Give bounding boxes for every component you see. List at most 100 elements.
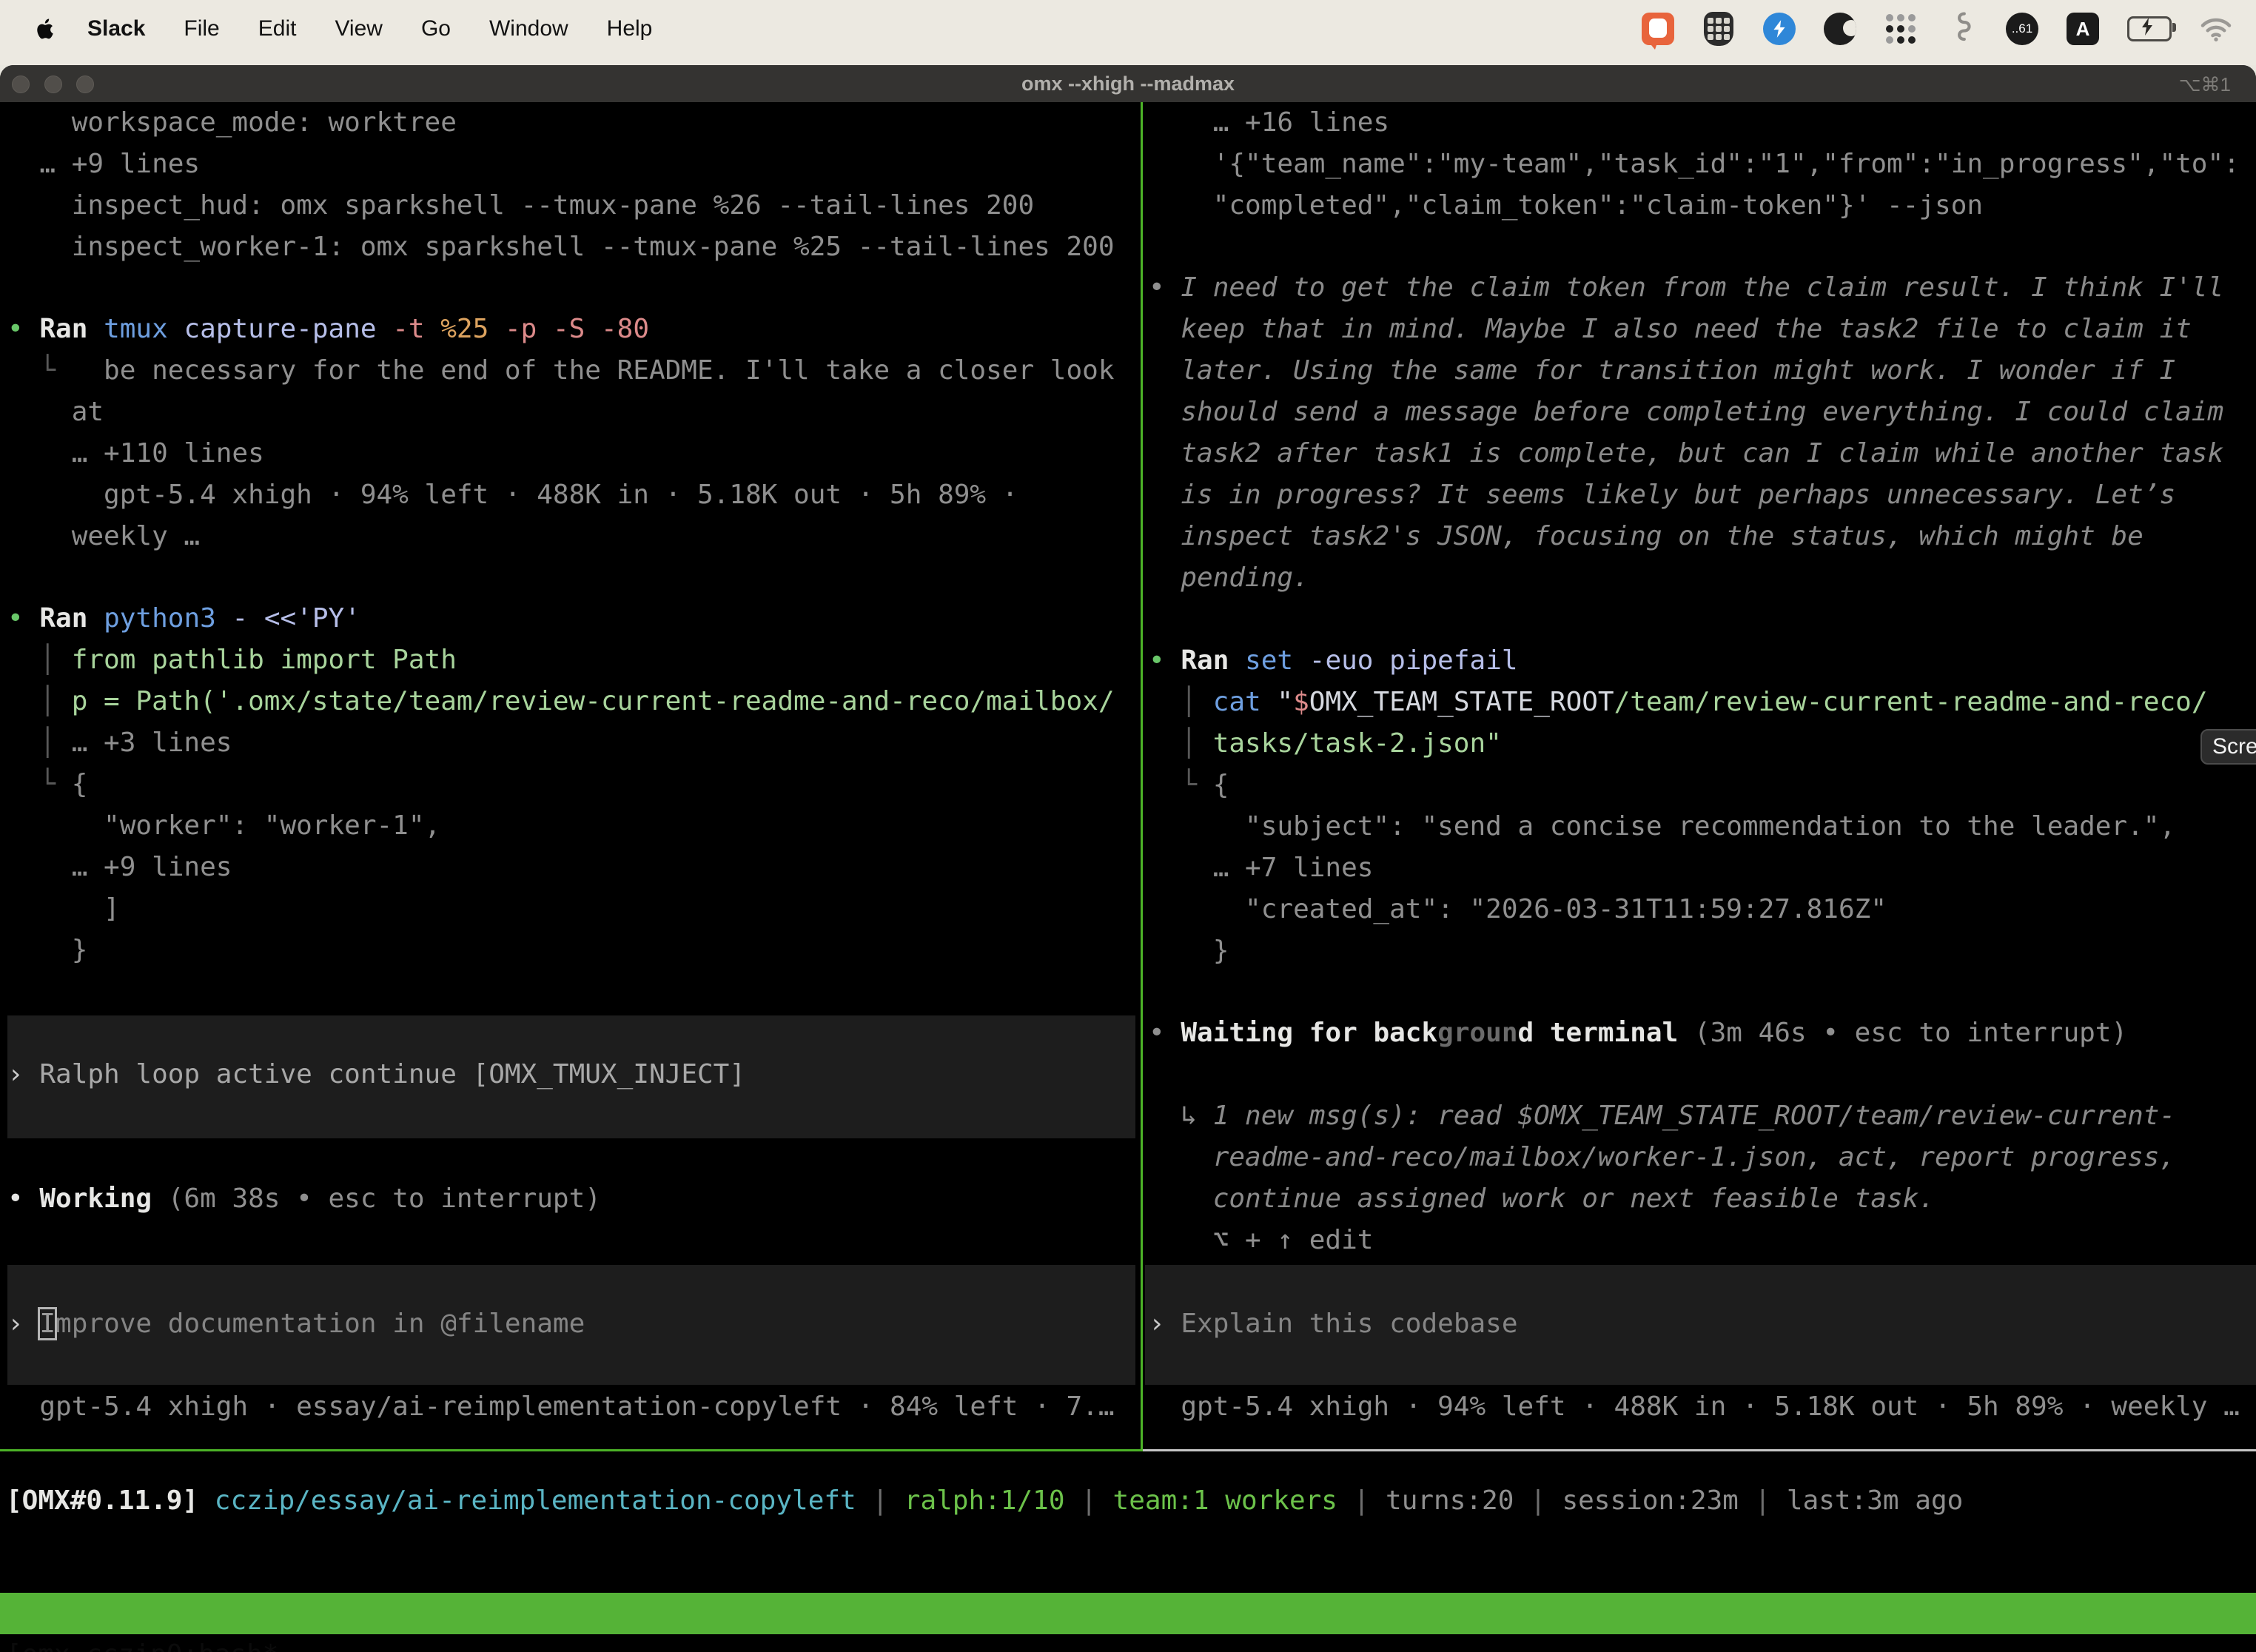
squiggle-icon[interactable]	[1944, 11, 1979, 47]
right-model-status-line: gpt-5.4 xhigh · 94% left · 488K in · 5.1…	[1149, 1386, 2240, 1428]
terminal-line: workspace_mode: worktree	[7, 102, 1115, 144]
terminal-line: "subject": "send a concise recommendatio…	[1149, 806, 2208, 847]
tmux-session-name: [omx-cczip0:bash*	[6, 1634, 278, 1652]
right-cat-command-block: • Ran set -euo pipefail │ cat "$OMX_TEAM…	[1149, 640, 2208, 972]
terminal-line: … +7 lines	[1149, 847, 2208, 889]
terminal-line: └ be necessary for the end of the README…	[7, 350, 1115, 392]
right-waiting-block: • Waiting for background terminal (3m 46…	[1149, 1013, 2175, 1261]
chat-app-icon[interactable]	[1640, 11, 1676, 47]
badge-61-icon[interactable]: ..61	[2004, 11, 2040, 47]
terminal-line: "completed","claim_token":"claim-token"}…	[1149, 185, 2240, 226]
right-result-block: … +16 lines '{"team_name":"my-team","tas…	[1149, 102, 2240, 226]
terminal-line: keep that in mind. Maybe I also need the…	[1149, 309, 2223, 350]
left-working-status: • Working (6m 38s • esc to interrupt)	[7, 1178, 601, 1220]
terminal-line: └ {	[1149, 765, 2208, 806]
terminal-line: • Waiting for background terminal (3m 46…	[1149, 1013, 2175, 1054]
apple-logo-icon[interactable]	[33, 15, 58, 43]
terminal-line: • Working (6m 38s • esc to interrupt)	[7, 1178, 601, 1220]
terminal-line: • Ran tmux capture-pane -t %25 -p -S -80	[7, 309, 1115, 350]
terminal-line: [OMX#0.11.9] cczip/essay/ai-reimplementa…	[6, 1480, 2256, 1522]
terminal-line: │ tasks/task-2.json"	[1149, 723, 2208, 765]
terminal-line: pending.	[1149, 557, 2223, 599]
menu-item-edit[interactable]: Edit	[258, 16, 297, 41]
menu-item-go[interactable]: Go	[421, 16, 451, 41]
window-shortcut-hint: ⌥⌘1	[2179, 73, 2231, 96]
left-tmux-command-block: • Ran tmux capture-pane -t %25 -p -S -80…	[7, 309, 1115, 557]
left-inject-banner: › Ralph loop active continue [OMX_TMUX_I…	[7, 1054, 745, 1095]
terminal-line: • Ran python3 - <<'PY'	[7, 598, 1115, 639]
terminal-line: inspect_worker-1: omx sparkshell --tmux-…	[7, 226, 1115, 268]
input-source-a-icon[interactable]: A	[2065, 11, 2101, 47]
left-scrollback-block: workspace_mode: worktree … +9 lines insp…	[7, 102, 1115, 268]
terminal-line	[1149, 1054, 2175, 1095]
minimize-button[interactable]	[44, 75, 62, 93]
terminal-line: '{"team_name":"my-team","task_id":"1","f…	[1149, 144, 2240, 185]
terminal-line: "created_at": "2026-03-31T11:59:27.816Z"	[1149, 889, 2208, 930]
desktop: { "menu_bar": { "items": ["Slack", "File…	[0, 0, 2256, 1652]
battery-charging-icon[interactable]	[2126, 11, 2173, 47]
terminal-line: … +16 lines	[1149, 102, 2240, 144]
terminal-line: is in progress? It seems likely but perh…	[1149, 474, 2223, 516]
close-button[interactable]	[12, 75, 30, 93]
terminal-line: › Explain this codebase	[1149, 1303, 1518, 1345]
menu-item-view[interactable]: View	[335, 16, 382, 41]
terminal-line: ↳ 1 new msg(s): read $OMX_TEAM_STATE_ROO…	[1149, 1095, 2175, 1137]
terminal-line: gpt-5.4 xhigh · 94% left · 488K in · 5.1…	[1149, 1386, 2240, 1428]
terminal-line: should send a message before completing …	[1149, 392, 2223, 433]
terminal-line: │ p = Path('.omx/state/team/review-curre…	[7, 681, 1115, 722]
terminal-window: omx --xhigh --madmax ⌥⌘1 workspace_mode:…	[0, 65, 2256, 1652]
terminal-line: gpt-5.4 xhigh · essay/ai-reimplementatio…	[7, 1386, 1115, 1428]
menu-status-tray: ..61 A	[1640, 11, 2234, 47]
terminal-line: weekly …	[7, 516, 1115, 557]
terminal-line: • I need to get the claim token from the…	[1149, 267, 2223, 309]
terminal-line: › Ralph loop active continue [OMX_TMUX_I…	[7, 1054, 745, 1095]
terminal-line: later. Using the same for transition mig…	[1149, 350, 2223, 392]
menu-item-file[interactable]: File	[184, 16, 219, 41]
left-model-status-line: gpt-5.4 xhigh · essay/ai-reimplementatio…	[7, 1386, 1115, 1428]
right-input-box[interactable]: › Explain this codebase	[1149, 1303, 1518, 1345]
terminal-line: }	[7, 930, 1115, 971]
pane-divider[interactable]	[1141, 102, 1143, 1451]
terminal-line: … +9 lines	[7, 847, 1115, 888]
terminal-line: • Ran set -euo pipefail	[1149, 640, 2208, 682]
dots-grid-icon[interactable]	[1883, 11, 1918, 47]
window-titlebar[interactable]: omx --xhigh --madmax ⌥⌘1	[0, 65, 2256, 102]
right-pane-bottom-border	[1143, 1449, 2256, 1451]
terminal-line: continue assigned work or next feasible …	[1149, 1178, 2175, 1220]
menu-item-help[interactable]: Help	[607, 16, 653, 41]
menu-bar: Slack File Edit View Go Window Help ..61…	[0, 0, 2256, 65]
menu-app-name[interactable]: Slack	[87, 16, 145, 41]
dark-crescent-icon[interactable]	[1822, 11, 1858, 47]
terminal-line: }	[1149, 930, 2208, 972]
terminal-line: └ {	[7, 764, 1115, 805]
tmux-status-bar: [omx-cczip0:bash* "MacBook-Pro-44.local"…	[0, 1593, 2256, 1634]
right-thinking-block: • I need to get the claim token from the…	[1149, 267, 2223, 599]
terminal-line: at	[7, 392, 1115, 433]
left-python-command-block: • Ran python3 - <<'PY' │ from pathlib im…	[7, 598, 1115, 971]
terminal-content: workspace_mode: worktree … +9 lines insp…	[0, 102, 2256, 1652]
terminal-line: gpt-5.4 xhigh · 94% left · 488K in · 5.1…	[7, 474, 1115, 516]
terminal-line: "worker": "worker-1",	[7, 805, 1115, 847]
left-pane-bottom-border	[0, 1449, 1143, 1451]
omx-status-line: [OMX#0.11.9] cczip/essay/ai-reimplementa…	[6, 1480, 2256, 1522]
terminal-line: inspect task2's JSON, focusing on the st…	[1149, 516, 2223, 557]
terminal-line: │ cat "$OMX_TEAM_STATE_ROOT/team/review-…	[1149, 682, 2208, 723]
window-title: omx --xhigh --madmax	[1021, 73, 1235, 95]
terminal-line: › Improve documentation in @filename	[7, 1303, 585, 1345]
blue-bolt-badge-icon[interactable]	[1762, 11, 1797, 47]
terminal-line: … +110 lines	[7, 433, 1115, 474]
terminal-line: │ … +3 lines	[7, 722, 1115, 764]
screen-overlay-tooltip: Scre	[2200, 729, 2256, 765]
terminal-line: inspect_hud: omx sparkshell --tmux-pane …	[7, 185, 1115, 226]
menu-item-window[interactable]: Window	[489, 16, 568, 41]
terminal-line: task2 after task1 is complete, but can I…	[1149, 433, 2223, 474]
terminal-line: … +9 lines	[7, 144, 1115, 185]
left-input-box[interactable]: › Improve documentation in @filename	[7, 1303, 585, 1345]
zoom-button[interactable]	[76, 75, 94, 93]
wifi-icon[interactable]	[2198, 11, 2234, 47]
terminal-line: │ from pathlib import Path	[7, 639, 1115, 681]
terminal-line: ]	[7, 888, 1115, 930]
terminal-line: ⌥ + ↑ edit	[1149, 1220, 2175, 1261]
shield-grid-icon[interactable]	[1701, 11, 1736, 47]
terminal-line: readme-and-reco/mailbox/worker-1.json, a…	[1149, 1137, 2175, 1178]
